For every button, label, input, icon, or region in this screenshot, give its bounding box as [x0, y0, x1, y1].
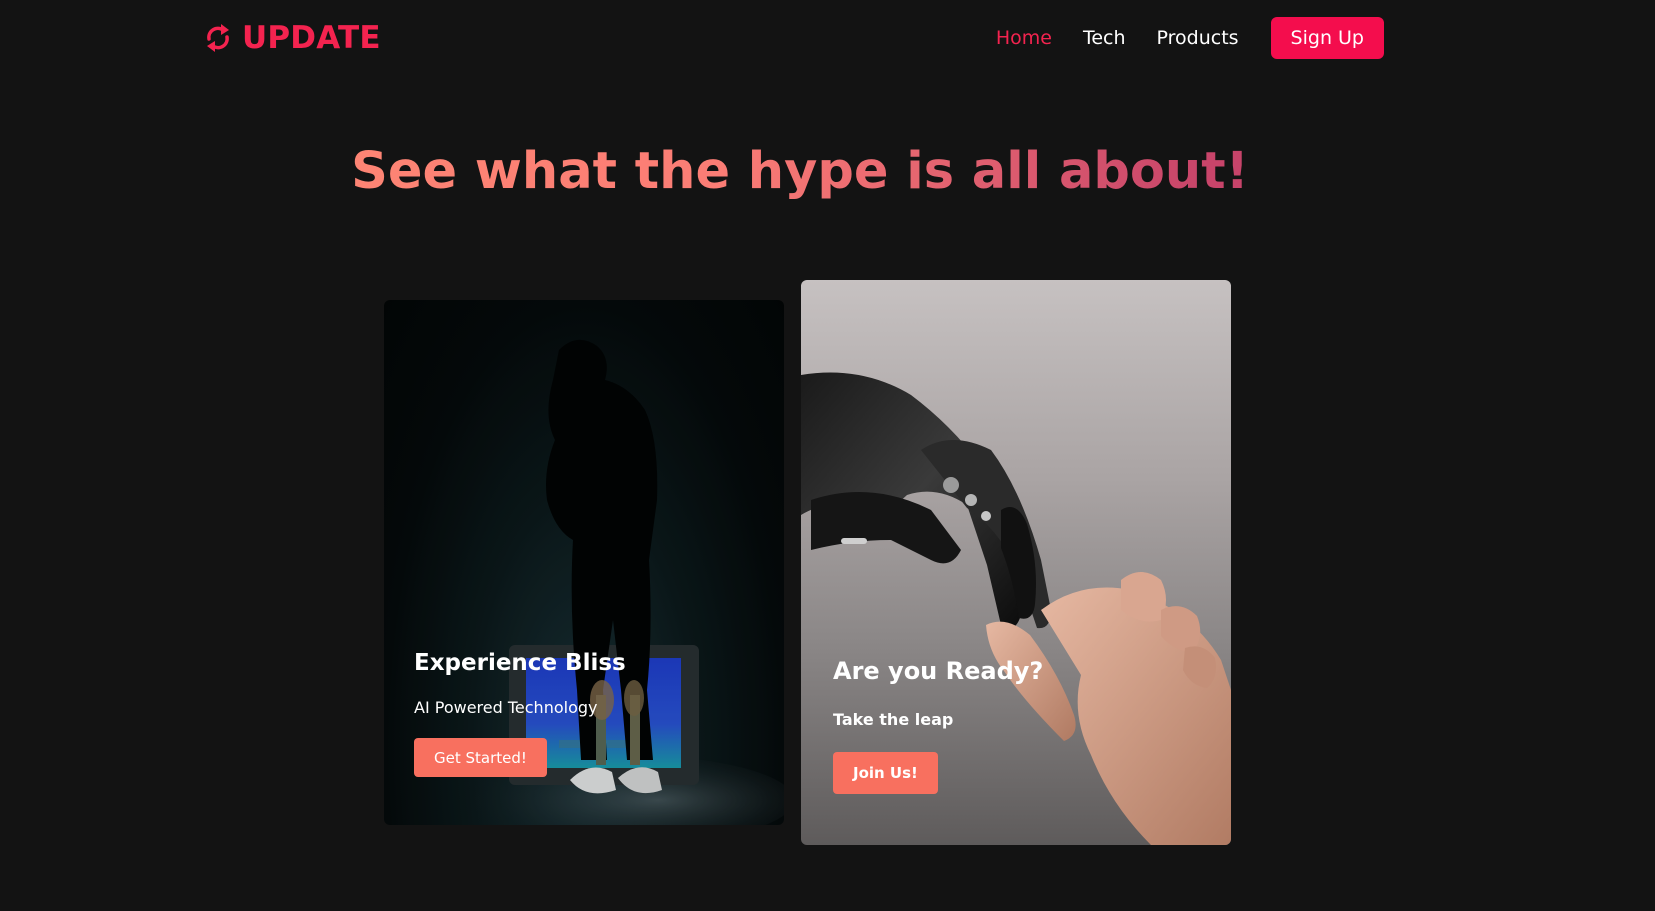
- logo[interactable]: UPDATE: [204, 18, 381, 58]
- join-us-button[interactable]: Join Us!: [833, 752, 938, 794]
- card-subtitle: AI Powered Technology: [414, 698, 598, 717]
- signup-button[interactable]: Sign Up: [1270, 17, 1384, 59]
- card-content: Are you Ready? Take the leap Join Us!: [833, 656, 1043, 794]
- card-title: Are you Ready?: [833, 657, 1044, 685]
- nav-link-products[interactable]: Products: [1157, 17, 1239, 59]
- nav-link-tech[interactable]: Tech: [1083, 17, 1126, 59]
- refresh-icon: [207, 24, 229, 52]
- card-content: Experience Bliss AI Powered Technology G…: [414, 648, 626, 777]
- card-subtitle: Take the leap: [833, 710, 954, 729]
- hero-title: See what the hype is all about!: [0, 140, 1600, 204]
- nav-link-home[interactable]: Home: [996, 17, 1052, 59]
- card-are-you-ready: Are you Ready? Take the leap Join Us!: [801, 280, 1231, 845]
- card-experience-bliss: Experience Bliss AI Powered Technology G…: [384, 300, 784, 825]
- card-title: Experience Bliss: [414, 650, 626, 676]
- nav-links: Home Tech Products Sign Up: [996, 17, 1384, 59]
- get-started-button[interactable]: Get Started!: [414, 738, 547, 777]
- navbar: UPDATE Home Tech Products Sign Up: [0, 0, 1655, 76]
- logo-text: UPDATE: [242, 20, 381, 56]
